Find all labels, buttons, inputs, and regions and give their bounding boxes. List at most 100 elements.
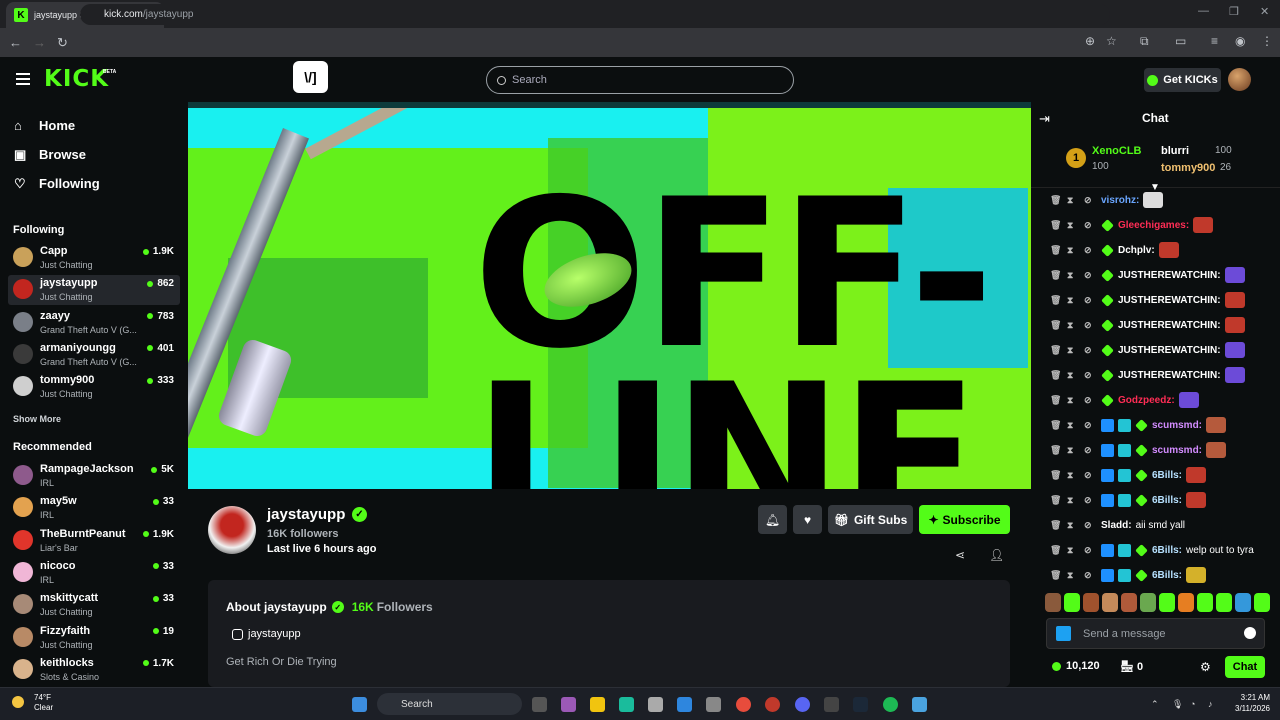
ban-icon[interactable]: ⊘ — [1084, 220, 1101, 231]
microphone-icon[interactable]: 🎙︎ — [1172, 699, 1183, 710]
edge-icon[interactable] — [619, 697, 634, 712]
timeout-icon[interactable]: ⧗ — [1067, 470, 1084, 481]
ban-icon[interactable]: ⊘ — [1084, 395, 1101, 406]
close-window-icon[interactable]: ✕ — [1260, 5, 1269, 18]
delete-message-icon[interactable]: 🗑︎ — [1050, 270, 1067, 281]
leader-name[interactable]: tommy900 — [1161, 162, 1215, 174]
hamburger-menu-icon[interactable] — [16, 73, 30, 85]
chat-username[interactable]: Gleechigames: — [1118, 220, 1189, 231]
ban-icon[interactable]: ⊘ — [1084, 320, 1101, 331]
ban-icon[interactable]: ⊘ — [1084, 520, 1101, 531]
send-chat-button[interactable]: Chat — [1225, 656, 1265, 678]
gear-icon[interactable]: ⚙ — [1200, 660, 1211, 674]
chat-input[interactable]: Send a message — [1046, 618, 1265, 649]
profile-icon[interactable]: ◉ — [1235, 34, 1245, 48]
chat-username[interactable]: JUSTHEREWATCHIN: — [1118, 320, 1221, 331]
kick-emote-icon[interactable] — [1056, 626, 1071, 641]
ban-icon[interactable]: ⊘ — [1084, 570, 1101, 581]
timeout-icon[interactable]: ⧗ — [1067, 320, 1084, 331]
sidebar-nav-following[interactable]: ♡ Following — [14, 176, 100, 191]
chat-message[interactable]: 🗑︎ ⧗ ⊘ Sladd: aii smd yall — [1050, 515, 1185, 535]
delete-message-icon[interactable]: 🗑︎ — [1050, 370, 1067, 381]
tray-chevron-icon[interactable]: ⌃ — [1151, 699, 1159, 710]
windows-start-icon[interactable] — [352, 697, 367, 712]
chat-message[interactable]: 🗑︎ ⧗ ⊘ Godzpeedz: — [1050, 390, 1199, 410]
channel-points[interactable]: 10,120 — [1052, 660, 1100, 672]
cast-icon[interactable]: ▭ — [1175, 34, 1186, 48]
sidebar-channel-rampagejackson[interactable]: RampageJackson IRL 5K — [8, 461, 180, 491]
xbox-icon[interactable] — [824, 697, 839, 712]
ban-icon[interactable]: ⊘ — [1084, 545, 1101, 556]
delete-message-icon[interactable]: 🗑︎ — [1050, 520, 1067, 531]
task-view-icon[interactable] — [532, 697, 547, 712]
delete-message-icon[interactable]: 🗑︎ — [1050, 545, 1067, 556]
timeout-icon[interactable]: ⧗ — [1067, 395, 1084, 406]
show-more-button[interactable]: Show More — [13, 414, 61, 424]
notification-bell-button[interactable]: 🔔︎ — [758, 505, 787, 534]
chat-message[interactable]: 🗑︎ ⧗ ⊘ Gleechigames: — [1050, 215, 1214, 235]
delete-message-icon[interactable]: 🗑︎ — [1050, 245, 1067, 256]
discord-icon[interactable] — [795, 697, 810, 712]
delete-message-icon[interactable]: 🗑︎ — [1050, 445, 1067, 456]
chat-message[interactable]: 🗑︎ ⧗ ⊘ JUSTHEREWATCHIN: — [1050, 365, 1245, 385]
mail-icon[interactable] — [677, 697, 692, 712]
zoom-icon[interactable]: ⊕ — [1085, 34, 1095, 48]
ban-icon[interactable]: ⊘ — [1084, 495, 1101, 506]
sidebar-channel-zaayy[interactable]: zaayy Grand Theft Auto V (G... 783 — [8, 308, 180, 338]
chat-message[interactable]: 🗑︎ ⧗ ⊘ JUSTHEREWATCHIN: — [1050, 315, 1245, 335]
kick-logo[interactable]: KICK — [44, 66, 109, 92]
back-icon[interactable]: ← — [9, 35, 22, 50]
emote-option[interactable] — [1159, 593, 1175, 612]
sidebar-channel-mskittycatt[interactable]: mskittycatt Just Chatting 33 — [8, 590, 180, 620]
ban-icon[interactable]: ⊘ — [1084, 270, 1101, 281]
follow-heart-button[interactable]: ♥ — [793, 505, 822, 534]
gift-subs-button[interactable]: 🎁︎ Gift Subs — [828, 505, 913, 534]
emote-option[interactable] — [1121, 593, 1137, 612]
minimize-icon[interactable]: — — [1198, 5, 1209, 17]
delete-message-icon[interactable]: 🗑︎ — [1050, 495, 1067, 506]
instagram-link[interactable]: jaystayupp — [232, 628, 301, 640]
emote-option[interactable] — [1083, 593, 1099, 612]
sidebar-channel-capp[interactable]: Capp Just Chatting 1.9K — [8, 243, 180, 273]
timeout-icon[interactable]: ⧗ — [1067, 370, 1084, 381]
chat-username[interactable]: Godzpeedz: — [1118, 395, 1175, 406]
leader-name[interactable]: XenoCLB — [1092, 145, 1142, 157]
v-app-button[interactable]: \/] — [293, 61, 328, 93]
maximize-icon[interactable]: ❐ — [1229, 5, 1239, 18]
share-icon[interactable]: ⋖ — [955, 548, 965, 562]
reload-icon[interactable]: ↻ — [57, 35, 68, 51]
emoji-icon[interactable] — [1244, 627, 1256, 639]
opera-icon[interactable] — [765, 697, 780, 712]
sidebar-channel-armaniyoungg[interactable]: armaniyoungg Grand Theft Auto V (G... 401 — [8, 340, 180, 370]
emote-option[interactable] — [1102, 593, 1118, 612]
timeout-icon[interactable]: ⧗ — [1067, 345, 1084, 356]
emote-option[interactable] — [1235, 593, 1251, 612]
chat-message[interactable]: 🗑︎ ⧗ ⊘ scumsmd: — [1050, 415, 1227, 435]
wifi-icon[interactable]: ◔ — [1190, 699, 1195, 709]
delete-message-icon[interactable]: 🗑︎ — [1050, 420, 1067, 431]
taskbar-clock[interactable]: 3:21 AM 3/11/2026 — [1228, 692, 1270, 714]
timeout-icon[interactable]: ⧗ — [1067, 545, 1084, 556]
chat-username[interactable]: Sladd: — [1101, 520, 1132, 531]
file-explorer-icon[interactable] — [590, 697, 605, 712]
playlist-icon[interactable]: ≡ — [1211, 34, 1218, 48]
ban-icon[interactable]: ⊘ — [1084, 420, 1101, 431]
sidebar-channel-theburntpeanut[interactable]: TheBurntPeanut Liar's Bar 1.9K — [8, 526, 180, 556]
chat-username[interactable]: scumsmd: — [1152, 420, 1202, 431]
taskbar-search[interactable]: Search — [377, 693, 522, 715]
timeout-icon[interactable]: ⧗ — [1067, 445, 1084, 456]
sidebar-channel-keithlocks[interactable]: keithlocks Slots & Casino 1.7K — [8, 655, 180, 685]
ban-icon[interactable]: ⊘ — [1084, 245, 1101, 256]
weather-widget[interactable]: 74°F Clear — [8, 693, 53, 713]
sidebar-nav-home[interactable]: ⌂ Home — [14, 118, 75, 133]
emote-option[interactable] — [1064, 593, 1080, 612]
chat-username[interactable]: visrohz: — [1101, 195, 1139, 206]
get-kicks-button[interactable]: Get KICKs — [1144, 68, 1221, 92]
chat-message[interactable]: 🗑︎ ⧗ ⊘ visrohz: — [1050, 190, 1164, 210]
delete-message-icon[interactable]: 🗑︎ — [1050, 395, 1067, 406]
volume-icon[interactable]: ♪ — [1208, 699, 1213, 709]
timeout-icon[interactable]: ⧗ — [1067, 495, 1084, 506]
chat-username[interactable]: JUSTHEREWATCHIN: — [1118, 370, 1221, 381]
forward-icon[interactable]: → — [33, 35, 46, 50]
chat-message[interactable]: 🗑︎ ⧗ ⊘ 6Bills: — [1050, 490, 1207, 510]
